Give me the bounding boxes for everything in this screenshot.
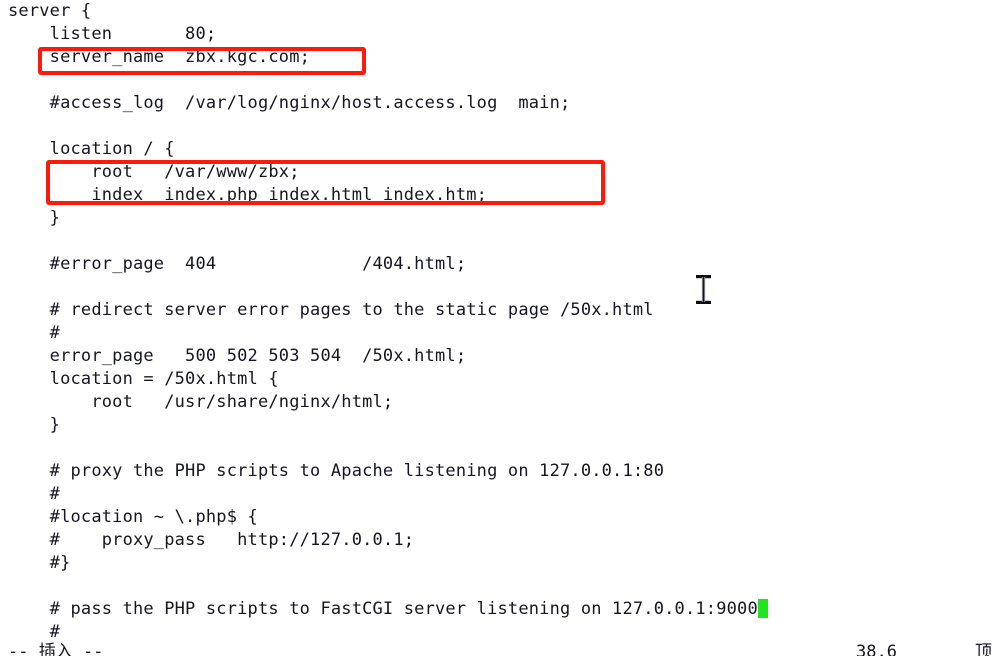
code-line[interactable]: index index.php index.html index.htm; — [8, 184, 1007, 207]
code-line[interactable]: # redirect server error pages to the sta… — [8, 299, 1007, 322]
code-line[interactable]: location / { — [8, 138, 1007, 161]
code-line[interactable]: ​ — [8, 437, 1007, 460]
code-line[interactable]: server { — [8, 0, 1007, 23]
code-line[interactable]: #} — [8, 552, 1007, 575]
vim-block-cursor — [757, 599, 768, 618]
code-line[interactable]: server_name zbx.kgc.com; — [8, 46, 1007, 69]
code-line[interactable]: ​ — [8, 276, 1007, 299]
vim-editor-window: server { listen 80; server_name zbx.kgc.… — [0, 0, 1007, 656]
code-line[interactable]: #access_log /var/log/nginx/host.access.l… — [8, 92, 1007, 115]
code-line[interactable]: ​ — [8, 575, 1007, 598]
code-line[interactable]: # proxy_pass http://127.0.0.1; — [8, 529, 1007, 552]
code-line[interactable]: #location ~ \.php$ { — [8, 506, 1007, 529]
code-line[interactable]: # proxy the PHP scripts to Apache listen… — [8, 460, 1007, 483]
code-line[interactable]: # — [8, 483, 1007, 506]
code-line[interactable]: root /var/www/zbx; — [8, 161, 1007, 184]
code-line[interactable]: error_page 500 502 503 504 /50x.html; — [8, 345, 1007, 368]
code-line[interactable]: } — [8, 207, 1007, 230]
code-line[interactable]: root /usr/share/nginx/html; — [8, 391, 1007, 414]
code-buffer[interactable]: server { listen 80; server_name zbx.kgc.… — [8, 0, 1007, 644]
code-line[interactable]: ​ — [8, 230, 1007, 253]
code-line[interactable]: location = /50x.html { — [8, 368, 1007, 391]
status-scroll-indicator: 顶 — [975, 642, 992, 656]
vim-status-bar: -- 插入 -- 38,6 顶 — [0, 641, 1007, 656]
code-line[interactable]: ​ — [8, 69, 1007, 92]
code-line[interactable]: } — [8, 414, 1007, 437]
status-cursor-position: 38,6 — [856, 642, 897, 656]
code-line[interactable]: # — [8, 322, 1007, 345]
status-mode-indicator: -- 插入 -- — [8, 642, 104, 656]
code-line[interactable]: ​ — [8, 115, 1007, 138]
code-line[interactable]: #error_page 404 /404.html; — [8, 253, 1007, 276]
code-line[interactable]: # pass the PHP scripts to FastCGI server… — [8, 598, 1007, 621]
code-line[interactable]: listen 80; — [8, 23, 1007, 46]
